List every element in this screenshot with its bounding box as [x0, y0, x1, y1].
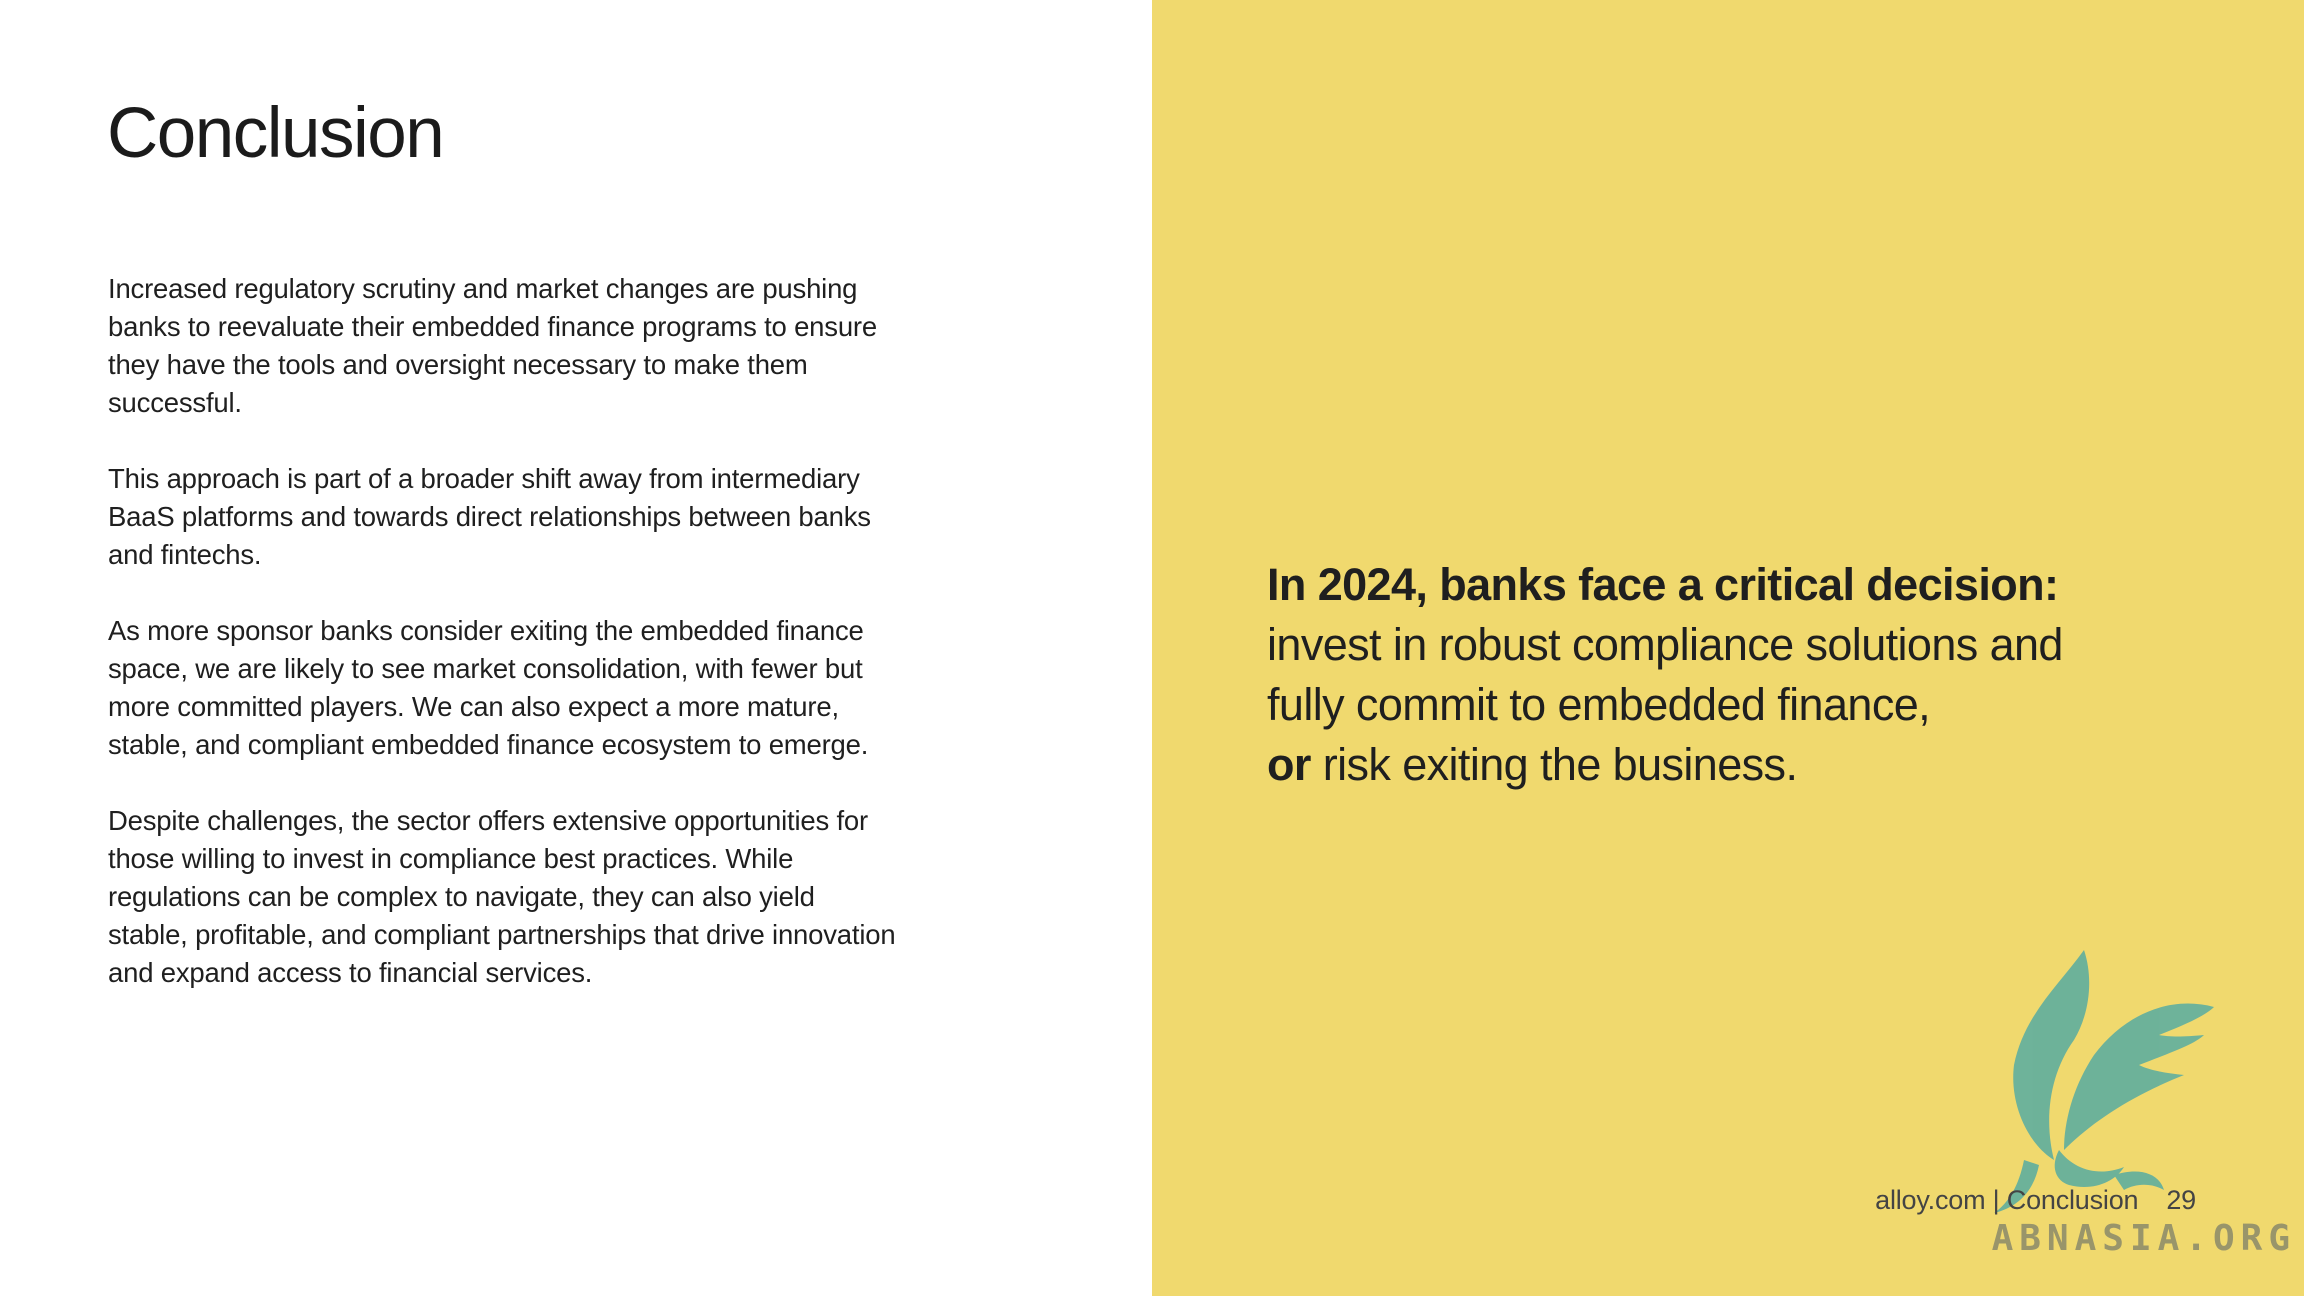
left-panel: Conclusion Increased regulatory scrutiny…	[0, 0, 1152, 1296]
callout-quote: In 2024, banks face a critical decision:…	[1267, 555, 2127, 795]
callout-or: or	[1267, 739, 1311, 790]
right-panel: In 2024, banks face a critical decision:…	[1152, 0, 2304, 1296]
callout-middle: invest in robust compliance solutions an…	[1267, 619, 2063, 730]
footer: alloy.com | Conclusion 29	[1875, 1185, 2196, 1216]
page-title: Conclusion	[107, 94, 445, 173]
page-number: 29	[2166, 1185, 2196, 1215]
paragraph-1: Increased regulatory scrutiny and market…	[108, 273, 877, 418]
body-copy: Increased regulatory scrutiny and market…	[108, 270, 898, 1030]
paragraph-3: As more sponsor banks consider exiting t…	[108, 615, 869, 760]
paragraph-4: Despite challenges, the sector offers ex…	[108, 805, 896, 988]
footer-source: alloy.com | Conclusion	[1875, 1185, 2139, 1215]
callout-lead: In 2024, banks face a critical decision:	[1267, 559, 2059, 610]
phoenix-bird-icon	[1994, 950, 2214, 1213]
callout-end: risk exiting the business.	[1322, 739, 1798, 790]
paragraph-2: This approach is part of a broader shift…	[108, 463, 871, 570]
watermark-text: ABNASIA.ORG	[1991, 1218, 2296, 1259]
